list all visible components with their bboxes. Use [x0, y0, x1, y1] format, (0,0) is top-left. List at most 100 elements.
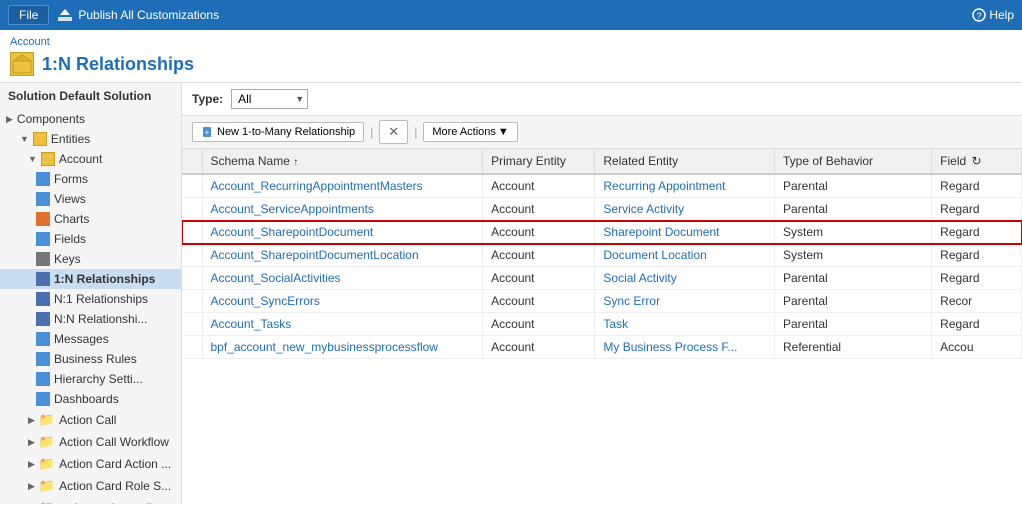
sidebar-item-actioncardregarding[interactable]: ▶ 📁 actioncardregarding — [0, 497, 181, 504]
primary-entity-cell: Account — [483, 336, 595, 359]
delete-icon: ✕ — [388, 124, 399, 140]
sidebar-item-fields[interactable]: Fields — [0, 229, 181, 249]
type-behavior-cell: Parental — [775, 198, 932, 221]
schema-name-cell[interactable]: Account_SharepointDocument — [202, 221, 483, 244]
row-checkbox — [182, 244, 202, 267]
row-checkbox — [182, 290, 202, 313]
schema-name-cell[interactable]: Account_ServiceAppointments — [202, 198, 483, 221]
schema-name-link[interactable]: Account_SharepointDocument — [211, 225, 374, 239]
sidebar-item-dashboards[interactable]: Dashboards — [0, 389, 181, 409]
table-row[interactable]: bpf_account_new_mybusinessprocessflow Acc… — [182, 336, 1022, 359]
col-schema-header: Schema Name ↑ — [202, 149, 483, 174]
charts-icon — [36, 212, 50, 226]
new-relationship-button[interactable]: + New 1-to-Many Relationship — [192, 122, 364, 142]
sidebar-item-components[interactable]: ▶ Components — [0, 109, 181, 129]
schema-name-link[interactable]: Account_SocialActivities — [211, 271, 341, 285]
row-checkbox — [182, 313, 202, 336]
schema-name-cell[interactable]: Account_SharepointDocumentLocation — [202, 244, 483, 267]
sidebar-item-messages[interactable]: Messages — [0, 329, 181, 349]
field-cell: Regard — [932, 244, 1022, 267]
sidebar-item-action-card-action[interactable]: ▶ 📁 Action Card Action ... — [0, 453, 181, 475]
table-row[interactable]: Account_SyncErrorsAccountSync ErrorParen… — [182, 290, 1022, 313]
sidebar-item-keys[interactable]: Keys — [0, 249, 181, 269]
row-checkbox — [182, 221, 202, 244]
sidebar-item-nn-relationships[interactable]: N:N Relationshi... — [0, 309, 181, 329]
delete-button[interactable]: ✕ — [379, 120, 408, 144]
col-field-header: Field ↻ — [932, 149, 1022, 174]
expand-icon: ▶ — [28, 437, 35, 448]
primary-entity-cell: Account — [483, 290, 595, 313]
related-entity-cell: Service Activity — [595, 198, 775, 221]
sidebar-item-action-call-workflow[interactable]: ▶ 📁 Action Call Workflow — [0, 431, 181, 453]
expand-icon: ▶ — [28, 481, 35, 492]
sidebar-item-n1-relationships[interactable]: N:1 Relationships — [0, 289, 181, 309]
type-select[interactable]: All Custom Standard — [231, 89, 308, 109]
svg-text:+: + — [205, 128, 210, 137]
account-icon — [41, 152, 55, 166]
table-row[interactable]: Account_SharepointDocumentLocationAccoun… — [182, 244, 1022, 267]
sidebar-item-views[interactable]: Views — [0, 189, 181, 209]
hierarchy-settings-label: Hierarchy Setti... — [54, 372, 143, 386]
fields-icon — [36, 232, 50, 246]
expand-icon: ▶ — [28, 415, 35, 426]
expand-icon: ▼ — [20, 134, 29, 144]
1n-relationships-label: 1:N Relationships — [54, 272, 155, 286]
schema-name-link[interactable]: Account_ServiceAppointments — [211, 202, 374, 216]
sidebar-item-action-card-role[interactable]: ▶ 📁 Action Card Role S... — [0, 475, 181, 497]
table-row[interactable]: Account_ServiceAppointments AccountServic… — [182, 198, 1022, 221]
schema-name-cell[interactable]: Account_SocialActivities — [202, 267, 483, 290]
schema-name-link[interactable]: Account_Tasks — [211, 317, 292, 331]
entities-label: Entities — [51, 132, 90, 146]
schema-name-link[interactable]: Account_RecurringAppointmentMasters — [211, 179, 423, 193]
primary-entity-cell: Account — [483, 198, 595, 221]
help-button[interactable]: ? Help — [972, 8, 1014, 22]
page-title-area: 1:N Relationships — [0, 50, 1022, 83]
folder-icon: 📁 — [39, 478, 55, 494]
top-bar: File Publish All Customizations ? Help — [0, 0, 1022, 30]
file-button[interactable]: File — [8, 5, 49, 25]
table-body: Account_RecurringAppointmentMasters Accou… — [182, 174, 1022, 359]
sidebar-item-1n-relationships[interactable]: 1:N Relationships — [0, 269, 181, 289]
svg-text:?: ? — [977, 11, 982, 21]
schema-name-link[interactable]: Account_SharepointDocumentLocation — [211, 248, 419, 262]
schema-name-cell[interactable]: Account_SyncErrors — [202, 290, 483, 313]
schema-name-cell[interactable]: Account_RecurringAppointmentMasters — [202, 174, 483, 198]
main-layout: Solution Default Solution ▶ Components ▼… — [0, 83, 1022, 504]
table-row[interactable]: Account_RecurringAppointmentMastersAccou… — [182, 174, 1022, 198]
table-row[interactable]: Account_SharepointDocumentAccountSharepo… — [182, 221, 1022, 244]
sidebar-item-charts[interactable]: Charts — [0, 209, 181, 229]
field-cell: Regard — [932, 174, 1022, 198]
content-area: Type: All Custom Standard + New 1-to-Man… — [182, 83, 1022, 504]
rel1n-icon — [36, 272, 50, 286]
schema-name-link[interactable]: bpf_account_new_mybusinessprocessflow — [211, 340, 438, 354]
new-icon: + — [201, 126, 213, 138]
primary-entity-cell: Account — [483, 267, 595, 290]
field-cell: Regard — [932, 313, 1022, 336]
schema-name-cell[interactable]: bpf_account_new_mybusinessprocessflow — [202, 336, 483, 359]
expand-icon: ▶ — [28, 459, 35, 470]
schema-name-link[interactable]: Account_SyncErrors — [211, 294, 320, 308]
sidebar-item-business-rules[interactable]: Business Rules — [0, 349, 181, 369]
more-actions-button[interactable]: More Actions ▼ — [423, 122, 517, 142]
expand-icon: ▼ — [28, 154, 37, 164]
field-cell: Regard — [932, 267, 1022, 290]
sidebar-item-entities[interactable]: ▼ Entities — [0, 129, 181, 149]
col-check-header — [182, 149, 202, 174]
col-related-header: Related Entity — [595, 149, 775, 174]
primary-entity-cell: Account — [483, 313, 595, 336]
refresh-icon[interactable]: ↻ — [972, 154, 982, 168]
actioncardregarding-label: actioncardregarding — [59, 501, 165, 504]
type-select-wrapper[interactable]: All Custom Standard — [231, 89, 308, 109]
folder-icon: 📁 — [39, 500, 55, 504]
schema-name-cell[interactable]: Account_Tasks — [202, 313, 483, 336]
sidebar-item-account[interactable]: ▼ Account — [0, 149, 181, 169]
sidebar-item-hierarchy-settings[interactable]: Hierarchy Setti... — [0, 369, 181, 389]
expand-icon: ▶ — [6, 114, 13, 125]
table-row[interactable]: Account_SocialActivitiesAccountSocial Ac… — [182, 267, 1022, 290]
table-row[interactable]: Account_TasksAccountTaskParentalRegard — [182, 313, 1022, 336]
help-icon: ? — [972, 8, 986, 22]
dropdown-arrow-icon: ▼ — [498, 126, 509, 138]
sidebar-item-forms[interactable]: Forms — [0, 169, 181, 189]
sidebar-item-action-call[interactable]: ▶ 📁 Action Call — [0, 409, 181, 431]
row-checkbox — [182, 267, 202, 290]
